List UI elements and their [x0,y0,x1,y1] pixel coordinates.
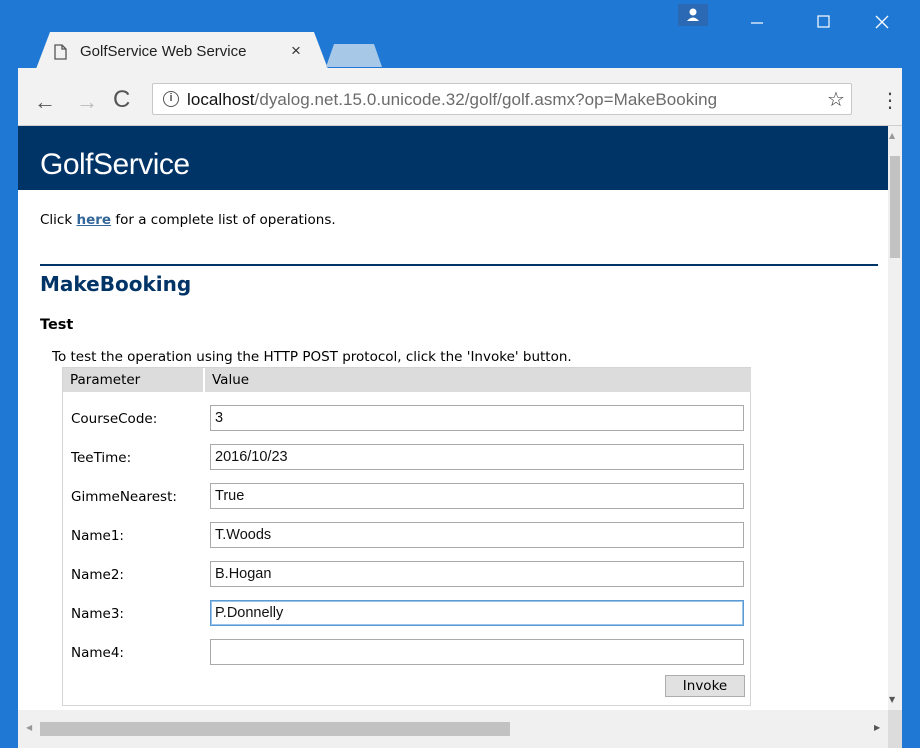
name1-label: Name1: [71,528,124,544]
browser-window: GolfService Web Service × ← → C i localh… [0,0,920,748]
minimize-button[interactable] [734,0,780,32]
parameter-table: Parameter Value CourseCode: TeeTime: Gim… [62,367,751,706]
info-icon[interactable]: i [163,91,179,107]
menu-icon[interactable]: ⋮ [880,88,900,112]
intro-prefix: Click [40,212,77,228]
scroll-down-icon[interactable]: ▼ [889,695,895,704]
test-description: To test the operation using the HTTP POS… [52,349,572,365]
page-header: GolfService [18,126,888,190]
teetime-field[interactable] [210,444,744,470]
vertical-scroll-thumb[interactable] [890,156,900,258]
close-icon [875,15,889,29]
name3-label: Name3: [71,606,124,622]
back-icon[interactable]: ← [34,89,56,115]
maximize-button[interactable] [800,0,846,32]
browser-inner: GolfService Web Service × ← → C i localh… [18,0,902,748]
section-divider [40,264,878,266]
tab-title: GolfService Web Service [80,43,247,60]
column-header-parameter: Parameter [63,368,203,392]
url-host: localhost [187,90,255,109]
new-tab-button[interactable] [326,44,382,67]
maximize-icon [817,15,830,28]
minimize-icon [751,22,763,24]
gimmenearest-field[interactable] [210,483,744,509]
intro-text: Click here for a complete list of operat… [40,212,336,228]
name3-field[interactable] [210,600,744,626]
operation-title: MakeBooking [40,272,192,296]
coursecode-field[interactable] [210,405,744,431]
horizontal-scroll-thumb[interactable] [40,722,510,736]
operations-link[interactable]: here [76,212,111,228]
forward-icon[interactable]: → [76,89,98,115]
page-icon [54,44,67,60]
name1-field[interactable] [210,522,744,548]
invoke-button[interactable]: Invoke [665,675,745,697]
page-title: GolfService [40,148,190,181]
tab-close-icon[interactable]: × [291,41,301,61]
url-path: /dyalog.net.15.0.unicode.32/golf/golf.as… [254,90,718,109]
scroll-up-icon[interactable]: ▲ [889,131,895,140]
close-window-button[interactable] [862,0,902,32]
person-icon [687,8,699,21]
bookmark-star-icon[interactable]: ☆ [827,87,845,111]
scroll-right-icon[interactable]: ▶ [874,723,880,732]
teetime-label: TeeTime: [71,450,132,466]
reload-icon[interactable]: C [113,86,130,114]
url-text[interactable]: localhost/dyalog.net.15.0.unicode.32/gol… [187,90,717,110]
intro-suffix: for a complete list of operations. [111,212,336,228]
scroll-left-icon[interactable]: ◀ [26,723,32,732]
column-header-value: Value [205,368,751,392]
scrollbar-corner [888,710,902,748]
test-heading: Test [40,317,74,333]
coursecode-label: CourseCode: [71,411,158,427]
name4-label: Name4: [71,645,124,661]
name2-label: Name2: [71,567,124,583]
name2-field[interactable] [210,561,744,587]
profile-button[interactable] [678,4,708,26]
gimmenearest-label: GimmeNearest: [71,489,177,505]
name4-field[interactable] [210,639,744,665]
address-bar[interactable]: i localhost/dyalog.net.15.0.unicode.32/g… [152,83,852,115]
page-viewport: GolfService Click here for a complete li… [18,126,902,748]
